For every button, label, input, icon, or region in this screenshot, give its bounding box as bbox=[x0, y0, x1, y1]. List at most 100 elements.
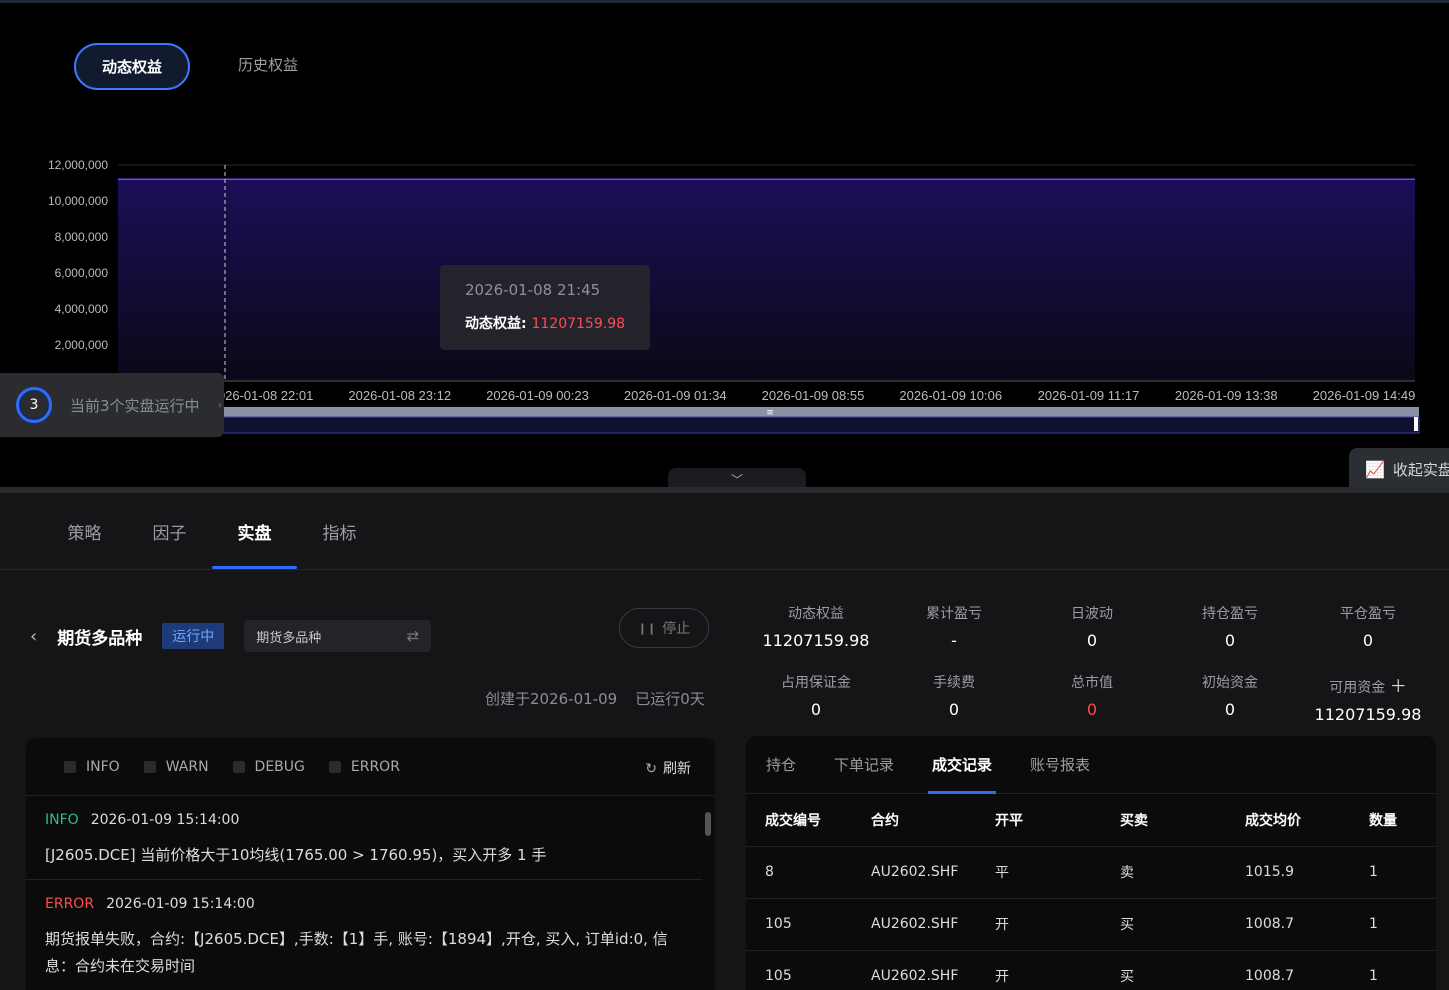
plus-icon[interactable]: ＋ bbox=[1390, 677, 1407, 697]
zoom-slider-track[interactable] bbox=[221, 416, 1420, 434]
metric-closed-pnl: 平仓盈亏 0 bbox=[1298, 603, 1438, 650]
running-text: 当前3个实盘运行中 bbox=[70, 396, 200, 415]
running-count-badge[interactable]: 3 当前3个实盘运行中 ‹ bbox=[0, 373, 224, 437]
tab-orders[interactable]: 下单记录 bbox=[834, 736, 894, 794]
cell-quantity: 1 bbox=[1369, 846, 1436, 899]
metric-fee: 手续费 0 bbox=[884, 672, 1024, 719]
log-message: [J2605.DCE] 当前价格大于10均线(1765.00 > 1760.95… bbox=[45, 846, 547, 864]
cell-trade-id: 105 bbox=[746, 898, 871, 951]
trades-table: 成交编号 合约 开平 买卖 成交均价 数量 8 AU2602.SHF 平 卖 1… bbox=[746, 794, 1436, 990]
y-tick-label: 8,000,000 bbox=[55, 230, 109, 244]
metric-label-text: 可用资金 bbox=[1329, 680, 1386, 696]
metric-margin: 占用保证金 0 bbox=[746, 672, 886, 719]
y-tick-label: 2,000,000 bbox=[55, 338, 109, 352]
table-row[interactable]: 105 AU2602.SHF 开 买 1008.7 1 bbox=[746, 950, 1436, 990]
column-header: 买卖 bbox=[1120, 794, 1245, 847]
cell-side: 卖 bbox=[1120, 846, 1245, 899]
strategy-select[interactable]: 期货多品种 ⇄ bbox=[244, 620, 432, 652]
tab-factor[interactable]: 因子 bbox=[127, 519, 212, 569]
tab-strategy[interactable]: 策略 bbox=[42, 519, 127, 569]
cell-trade-id: 8 bbox=[746, 846, 871, 899]
metric-label: 平仓盈亏 bbox=[1340, 606, 1396, 622]
zoom-slider-grip-icon[interactable]: ≡ bbox=[766, 408, 774, 418]
tab-live[interactable]: 实盘 bbox=[212, 519, 297, 569]
status-badge: 运行中 bbox=[162, 623, 225, 649]
y-tick-label: 10,000,000 bbox=[48, 194, 108, 208]
metric-available-capital: 可用资金 ＋ 11207159.98 bbox=[1298, 672, 1438, 724]
filter-info-checkbox[interactable]: INFO bbox=[64, 759, 120, 775]
metric-label: 占用保证金 bbox=[781, 675, 851, 691]
created-info: 创建于2026-01-09 已运行0天 bbox=[485, 688, 705, 709]
running-count: 3 bbox=[16, 387, 52, 423]
metric-label: 日波动 bbox=[1071, 606, 1113, 622]
x-tick-label: 2026-01-09 08:55 bbox=[762, 388, 865, 403]
y-tick-label: 4,000,000 bbox=[55, 302, 109, 316]
running-days: 已运行0天 bbox=[635, 690, 705, 708]
tooltip-value: 11207159.98 bbox=[531, 316, 626, 332]
log-level: INFO bbox=[45, 812, 79, 828]
filter-label: ERROR bbox=[350, 758, 400, 775]
log-time: 2026-01-09 15:14:00 bbox=[106, 896, 255, 912]
log-filters: INFO WARN DEBUG ERROR ↻ 刷新 bbox=[26, 738, 715, 796]
chevron-left-icon[interactable]: ‹ bbox=[218, 400, 222, 411]
cell-open-close: 开 bbox=[995, 950, 1120, 990]
cell-contract: AU2602.SHF bbox=[871, 898, 995, 951]
metric-cumulative-pnl: 累计盈亏 - bbox=[884, 603, 1024, 650]
cell-open-close: 开 bbox=[995, 898, 1120, 951]
x-tick-label: 2026-01-09 13:38 bbox=[1175, 388, 1278, 403]
tab-indicator[interactable]: 指标 bbox=[297, 519, 382, 569]
equity-area bbox=[118, 179, 1415, 381]
tab-positions[interactable]: 持仓 bbox=[766, 736, 796, 794]
filter-label: WARN bbox=[165, 758, 209, 775]
log-entry: INFO 2026-01-09 15:14:00 [J2605.DCE] 当前价格… bbox=[26, 796, 702, 880]
table-row[interactable]: 105 AU2602.SHF 开 买 1008.7 1 bbox=[746, 898, 1436, 951]
tab-history-equity[interactable]: 历史权益 bbox=[212, 43, 324, 90]
log-message: 期货报单失败，合约:【J2605.DCE】,手数:【1】手, 账号:【1894】… bbox=[45, 930, 668, 975]
tab-dynamic-equity[interactable]: 动态权益 bbox=[74, 43, 191, 90]
fold-live-button[interactable]: 📈 收起实盘 bbox=[1349, 448, 1449, 490]
zoom-slider-bar[interactable] bbox=[222, 407, 1419, 417]
tab-account-report[interactable]: 账号报表 bbox=[1030, 736, 1090, 794]
main-nav-tabs: 策略 因子 实盘 指标 bbox=[42, 519, 382, 569]
refresh-button[interactable]: ↻ 刷新 bbox=[645, 758, 691, 778]
filter-debug-checkbox[interactable]: DEBUG bbox=[232, 759, 305, 775]
metric-value: - bbox=[951, 631, 957, 650]
chart-tooltip: 2026-01-08 21:45 动态权益: 11207159.98 bbox=[440, 265, 650, 350]
table-row[interactable]: 8 AU2602.SHF 平 卖 1015.9 1 bbox=[746, 846, 1436, 899]
tooltip-time: 2026-01-08 21:45 bbox=[465, 281, 601, 299]
nav-divider bbox=[0, 569, 1449, 570]
refresh-label: 刷新 bbox=[663, 761, 691, 777]
detail-panel: 策略 因子 实盘 指标 ‹ 期货多品种 运行中 期货多品种 ⇄ ❙❙ 停止 创建… bbox=[0, 487, 1449, 990]
trades-panel: 持仓 下单记录 成交记录 账号报表 成交编号 合约 开平 买卖 成交均价 数量 … bbox=[746, 736, 1436, 990]
checkbox-icon bbox=[328, 760, 341, 773]
tooltip-row: 动态权益: 11207159.98 bbox=[465, 313, 650, 333]
table-header-row: 成交编号 合约 开平 买卖 成交均价 数量 bbox=[746, 794, 1436, 847]
metric-label: 手续费 bbox=[933, 675, 975, 691]
metric-label: 累计盈亏 bbox=[926, 606, 982, 622]
zoom-slider-right-handle[interactable] bbox=[1414, 417, 1418, 431]
filter-warn-checkbox[interactable]: WARN bbox=[143, 758, 209, 775]
log-entry: ERROR 2026-01-09 15:14:00 期货报单失败，合约:【J260… bbox=[26, 880, 702, 990]
metric-value: 0 bbox=[948, 700, 960, 719]
metric-value: 11207159.98 bbox=[762, 631, 870, 650]
log-scrollbar[interactable] bbox=[705, 804, 711, 990]
strategy-header: ‹ 期货多品种 运行中 期货多品种 ⇄ bbox=[30, 620, 432, 652]
chevron-left-icon[interactable]: ‹ bbox=[30, 626, 37, 647]
x-tick-label: 2026-01-09 10:06 bbox=[899, 388, 1002, 403]
cell-side: 买 bbox=[1120, 898, 1245, 951]
created-date: 创建于2026-01-09 bbox=[485, 690, 618, 708]
log-scroll-thumb[interactable] bbox=[705, 812, 711, 836]
x-tick-label: 2026-01-08 22:01 bbox=[211, 388, 314, 403]
trades-tabs: 持仓 下单记录 成交记录 账号报表 bbox=[746, 736, 1436, 794]
metric-dynamic-equity: 动态权益 11207159.98 bbox=[746, 603, 886, 650]
y-tick-label: 12,000,000 bbox=[48, 158, 108, 172]
metric-value: 0 bbox=[1362, 631, 1374, 650]
stop-label: 停止 bbox=[662, 621, 691, 637]
column-header: 合约 bbox=[871, 794, 995, 847]
stop-button[interactable]: ❙❙ 停止 bbox=[619, 608, 709, 648]
y-tick-label: 6,000,000 bbox=[55, 266, 109, 280]
cell-side: 买 bbox=[1120, 950, 1245, 990]
tab-fills[interactable]: 成交记录 bbox=[928, 736, 997, 794]
metric-value: 0 bbox=[810, 700, 822, 719]
filter-error-checkbox[interactable]: ERROR bbox=[328, 758, 400, 775]
